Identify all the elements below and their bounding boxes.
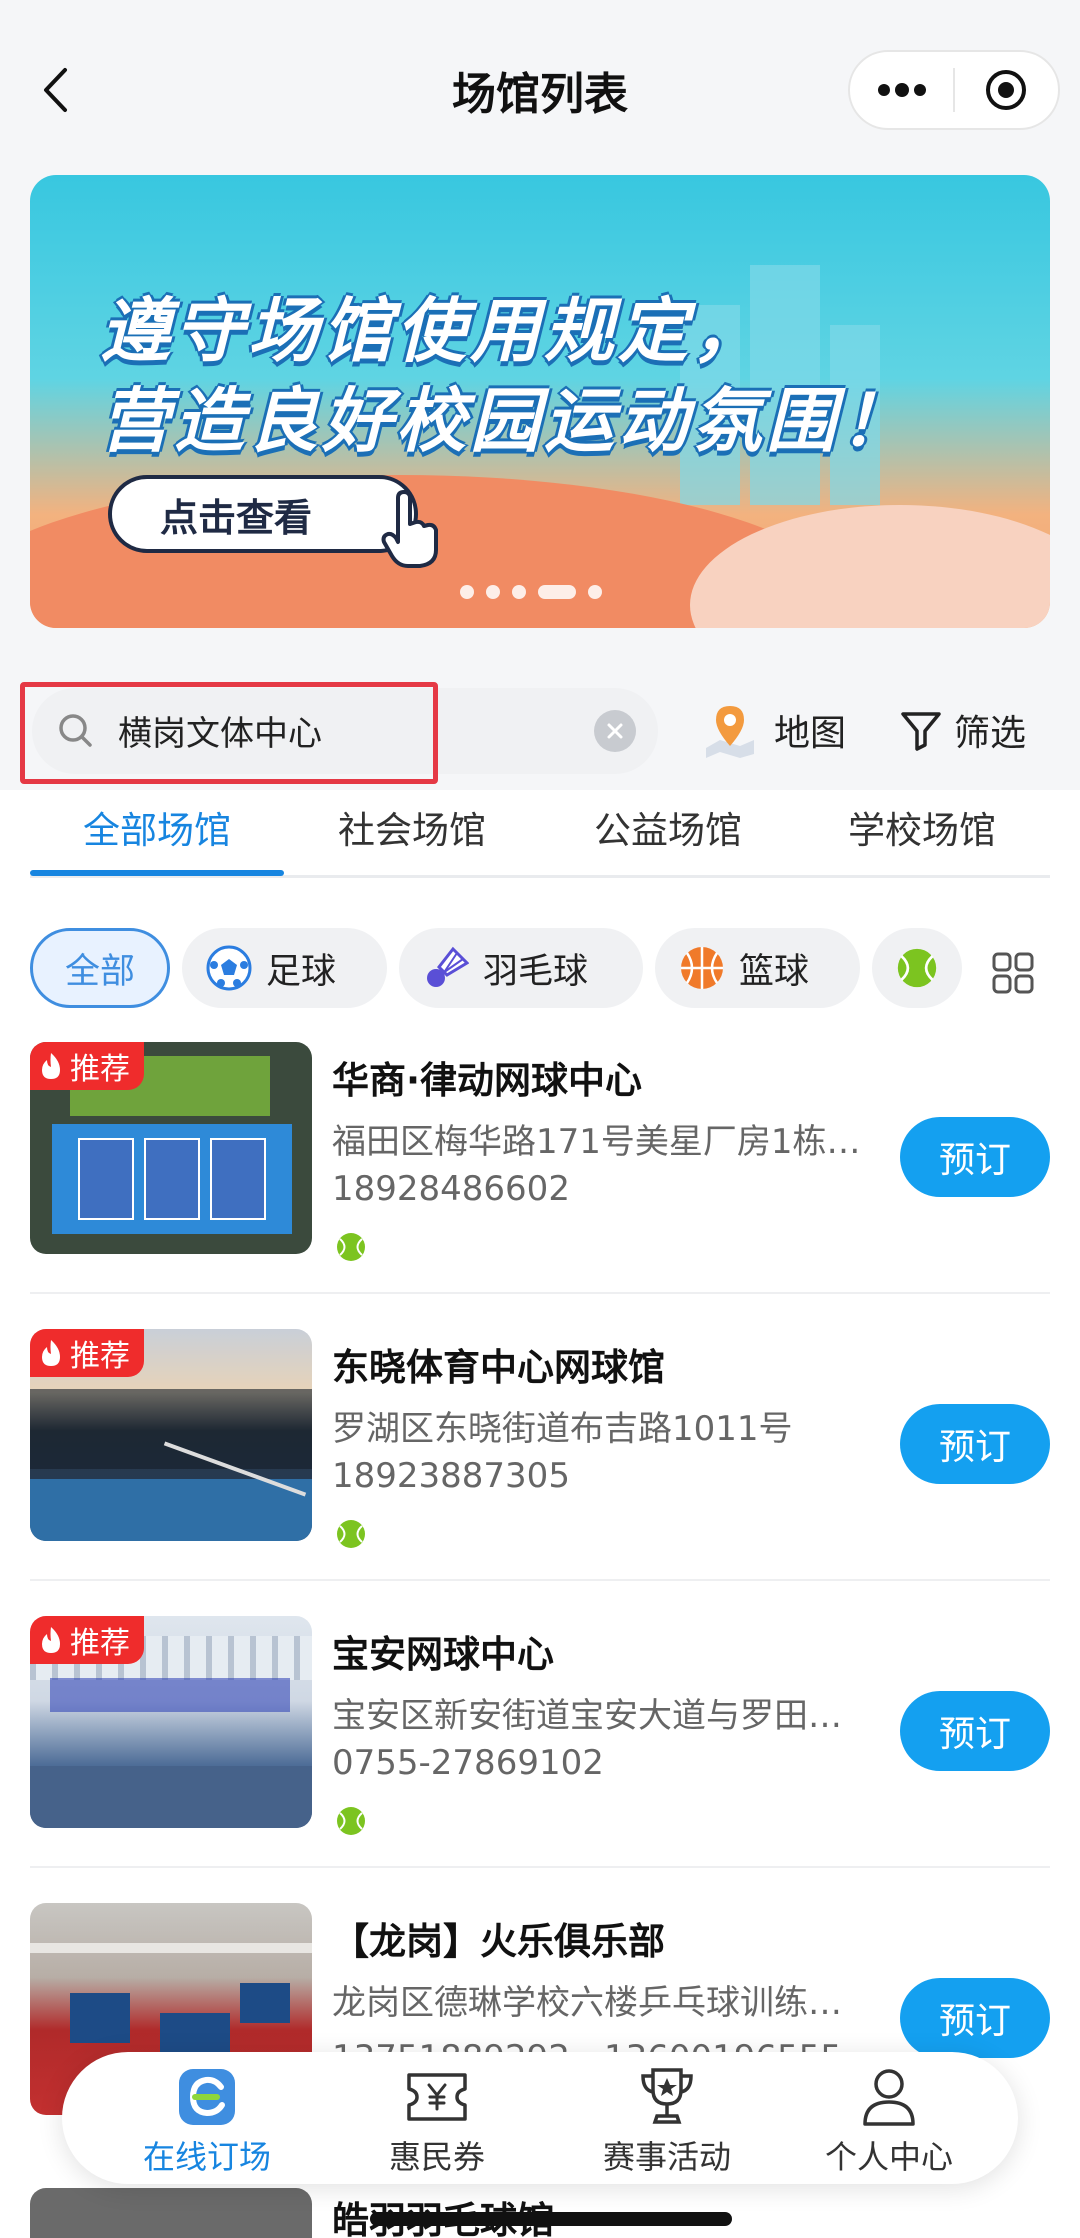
promo-banner[interactable]: 遵守场馆使用规定， 营造良好校园运动氛围！ 点击查看: [30, 175, 1050, 628]
user-icon: [863, 2069, 915, 2126]
venue-card[interactable]: 推荐 东晓体育中心网球馆 罗湖区东晓街道布吉路1011号 18923887305…: [0, 1329, 1080, 1616]
map-label: 地图: [774, 713, 847, 754]
map-button[interactable]: 地图: [700, 695, 846, 765]
carousel-dot[interactable]: [460, 585, 474, 599]
venue-address: 龙岗区德琳学校六楼乒乓球训练…: [332, 1983, 842, 2023]
tennis-ball-icon: [337, 1520, 365, 1548]
venue-name: 华商·律动网球中心: [332, 1059, 643, 1102]
shuttlecock-icon: [427, 946, 469, 987]
recommended-badge: 推荐: [30, 1329, 144, 1377]
book-button[interactable]: 预订: [900, 1404, 1050, 1484]
bottom-navigation: 在线订场 惠民券 赛事活动 个人中心: [62, 2052, 1018, 2184]
miniprogram-capsule: [848, 50, 1060, 130]
nav-coupons[interactable]: 惠民券: [342, 2062, 532, 2182]
flame-icon: [42, 1627, 60, 1653]
search-highlight-box: [20, 682, 438, 784]
venue-phone: 18923887305: [332, 1456, 570, 1496]
venue-address: 福田区梅华路171号美星厂房1栋…: [332, 1122, 861, 1162]
tennis-ball-icon: [897, 948, 937, 988]
chip-badminton[interactable]: 羽毛球: [399, 928, 643, 1008]
grid-view-icon[interactable]: [990, 950, 1036, 996]
navigation-bar: 场馆列表: [0, 0, 1080, 145]
football-icon: [206, 945, 252, 991]
filter-label: 筛选: [954, 713, 1027, 754]
venue-list-content: 全部 足球 羽毛球 篮球 推荐 华商·律动网球中心 福田区梅华路171号美星厂房…: [0, 900, 1080, 2238]
banner-headline-2: 营造良好校园运动氛围！: [100, 380, 914, 462]
venue-phone: 0755-27869102: [332, 1743, 604, 1783]
tennis-ball-icon: [337, 1807, 365, 1835]
venue-divider: [30, 1866, 1050, 1868]
venue-divider: [30, 1292, 1050, 1294]
trophy-icon: [641, 2068, 693, 2124]
venue-address: 罗湖区东晓街道布吉路1011号: [332, 1409, 793, 1449]
close-miniprogram-button[interactable]: [955, 52, 1058, 128]
filter-icon: [901, 712, 941, 751]
badge-label: 推荐: [70, 1626, 130, 1661]
chip-all[interactable]: 全部: [30, 928, 170, 1008]
venue-category-tabs: 全部场馆 社会场馆 公益场馆 学校场馆: [0, 790, 1080, 900]
chip-tennis-partial[interactable]: [872, 928, 962, 1008]
badge-label: 推荐: [70, 1052, 130, 1087]
carousel-dot[interactable]: [486, 585, 500, 599]
venue-phone: 18928486602: [332, 1169, 570, 1209]
more-dots-icon: [877, 83, 926, 97]
chip-football-label: 足球: [266, 951, 337, 992]
chip-football[interactable]: 足球: [182, 928, 387, 1008]
pointing-hand-icon: [381, 490, 438, 568]
tab-welfare-venues[interactable]: 公益场馆: [543, 800, 793, 854]
venue-photo-partial: [30, 2188, 312, 2238]
book-button[interactable]: 预订: [900, 1691, 1050, 1771]
filter-button[interactable]: 筛选: [898, 695, 1026, 765]
chip-all-label: 全部: [64, 951, 135, 992]
flame-icon: [42, 1340, 60, 1366]
book-button[interactable]: 预订: [900, 1978, 1050, 2058]
venue-card[interactable]: 推荐 华商·律动网球中心 福田区梅华路171号美星厂房1栋… 189284866…: [0, 1042, 1080, 1329]
nav-label: 在线订场: [142, 2138, 271, 2176]
home-indicator[interactable]: [370, 2212, 732, 2226]
nav-events[interactable]: 赛事活动: [572, 2062, 762, 2182]
tab-public-venues[interactable]: 社会场馆: [287, 800, 537, 854]
chip-basketball-label: 篮球: [739, 951, 810, 992]
coupon-icon: [407, 2073, 467, 2121]
tab-all-venues[interactable]: 全部场馆: [32, 800, 282, 854]
chip-badminton-label: 羽毛球: [483, 951, 589, 992]
nav-label: 个人中心: [824, 2138, 953, 2176]
venue-name: 宝安网球中心: [332, 1633, 554, 1676]
nav-online-booking[interactable]: 在线订场: [112, 2062, 302, 2182]
basketball-icon: [681, 947, 723, 989]
book-button[interactable]: 预订: [900, 1117, 1050, 1197]
venue-address: 宝安区新安街道宝安大道与罗田…: [332, 1696, 842, 1736]
flame-icon: [42, 1053, 60, 1079]
badge-label: 推荐: [70, 1339, 130, 1374]
nav-label: 赛事活动: [602, 2138, 731, 2176]
banner-cta-button[interactable]: 点击查看: [108, 475, 418, 553]
venue-name: 东晓体育中心网球馆: [332, 1346, 665, 1389]
chip-basketball[interactable]: 篮球: [655, 928, 860, 1008]
close-icon: [607, 723, 623, 739]
online-booking-icon: [179, 2069, 235, 2125]
venue-divider: [30, 1579, 1050, 1581]
map-pin-icon: [706, 706, 754, 758]
recommended-badge: 推荐: [30, 1042, 144, 1090]
sport-filter-chips: 全部 足球 羽毛球 篮球: [0, 922, 1080, 1012]
clear-search-button[interactable]: [594, 710, 636, 752]
target-circle-icon: [986, 70, 1027, 110]
tennis-ball-icon: [337, 1233, 365, 1261]
active-tab-underline: [30, 870, 284, 876]
nav-profile[interactable]: 个人中心: [794, 2062, 984, 2182]
tab-school-venues[interactable]: 学校场馆: [797, 800, 1047, 854]
carousel-dot[interactable]: [512, 585, 526, 599]
carousel-dot-active[interactable]: [538, 585, 576, 599]
more-button[interactable]: [850, 52, 953, 128]
carousel-indicator: [460, 585, 602, 599]
carousel-dot[interactable]: [588, 585, 602, 599]
recommended-badge: 推荐: [30, 1616, 144, 1664]
venue-card[interactable]: 推荐 宝安网球中心 宝安区新安街道宝安大道与罗田… 0755-27869102 …: [0, 1616, 1080, 1903]
banner-headline-1: 遵守场馆使用规定，: [100, 290, 766, 372]
nav-label: 惠民券: [388, 2138, 485, 2176]
venue-name: 【龙岗】火乐俱乐部: [332, 1920, 665, 1963]
